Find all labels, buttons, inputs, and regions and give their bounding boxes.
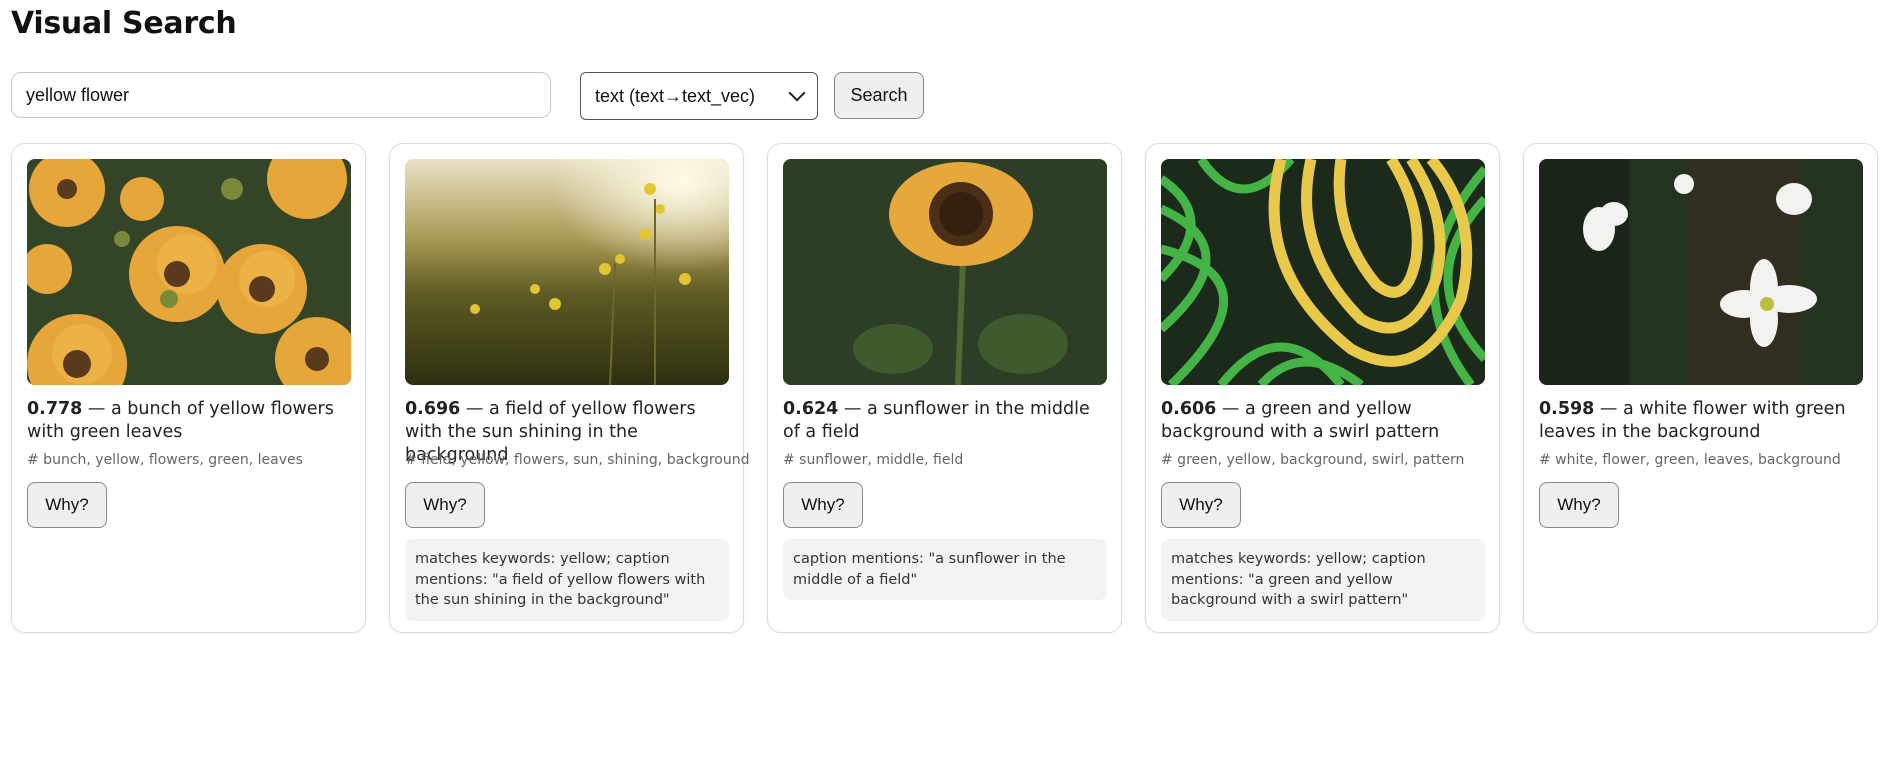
why-explanation: caption mentions: "a sunflower in the mi… [783,539,1107,600]
result-card: 0.598 — a white flower with green leaves… [1523,143,1878,633]
result-score: 0.696 [405,399,461,419]
result-caption: 0.778 — a bunch of yellow flowers with g… [27,399,334,442]
why-button[interactable]: Why? [1539,482,1619,528]
search-input[interactable] [11,72,551,118]
result-score: 0.598 [1539,399,1595,419]
search-button[interactable]: Search [834,72,924,119]
visual-search-page: Visual Search text (text→text_vec) Searc… [0,0,1892,763]
why-explanation: matches keywords: yellow; caption mentio… [1161,539,1485,621]
why-button[interactable]: Why? [405,482,485,528]
result-caption: 0.598 — a white flower with green leaves… [1539,399,1846,442]
result-tags: # field, yellow, flowers, sun, shining, … [405,452,750,468]
why-explanation: matches keywords: yellow; caption mentio… [405,539,729,621]
result-card: 0.696 — a field of yellow flowers with t… [389,143,750,633]
mode-select-value: text (text→text_vec) [595,85,756,106]
result-card: 0.624 — a sunflower in the middle of a f… [767,143,1122,633]
result-image[interactable] [405,159,729,385]
result-caption: 0.624 — a sunflower in the middle of a f… [783,399,1090,442]
why-button[interactable]: Why? [1161,482,1241,528]
chevron-down-icon [788,84,806,102]
result-score: 0.778 [27,399,83,419]
result-tags: # bunch, yellow, flowers, green, leaves [27,452,303,468]
result-card: 0.778 — a bunch of yellow flowers with g… [11,143,366,633]
result-tags: # white, flower, green, leaves, backgrou… [1539,452,1841,468]
result-score: 0.624 [783,399,839,419]
why-button[interactable]: Why? [783,482,863,528]
result-image[interactable] [783,159,1107,385]
why-button[interactable]: Why? [27,482,107,528]
mode-select[interactable]: text (text→text_vec) [580,72,818,120]
result-tags: # sunflower, middle, field [783,452,964,468]
result-caption: 0.606 — a green and yellow background wi… [1161,399,1440,442]
result-tags: # green, yellow, background, swirl, patt… [1161,452,1465,468]
result-image[interactable] [27,159,351,385]
result-card: 0.606 — a green and yellow background wi… [1145,143,1500,633]
result-image[interactable] [1539,159,1863,385]
result-image[interactable] [1161,159,1485,385]
result-score: 0.606 [1161,399,1217,419]
page-title: Visual Search [11,6,237,41]
